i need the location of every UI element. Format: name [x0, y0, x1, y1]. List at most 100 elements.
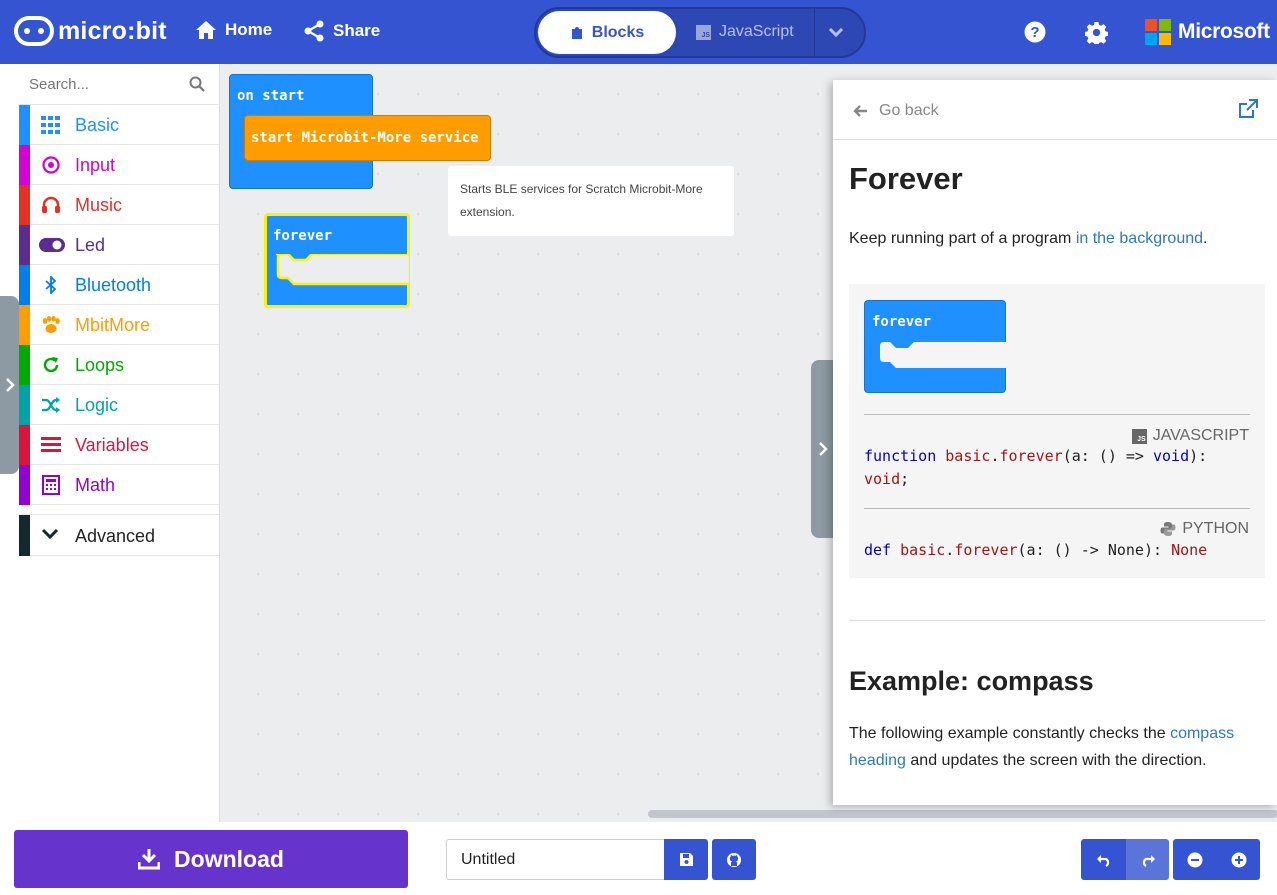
toggle-divider: [814, 9, 815, 56]
toolbox-search: [19, 64, 219, 105]
help-panel-header: Go back: [833, 80, 1277, 140]
language-dropdown[interactable]: [828, 25, 844, 43]
category-bluetooth[interactable]: Bluetooth: [19, 265, 219, 305]
arrow-left-icon: [853, 105, 867, 117]
help-panel: Go back Forever Keep running part of a p…: [833, 80, 1277, 805]
help-intro: Keep running part of a program in the ba…: [849, 230, 1208, 247]
project-name-input[interactable]: [446, 839, 664, 880]
toggle-icon: [39, 235, 65, 255]
python-signature: def basic.forever(a: () -> None): None: [864, 541, 1208, 559]
headphones-icon: [41, 195, 61, 215]
category-label: Basic: [75, 115, 120, 135]
category-logic[interactable]: Logic: [19, 385, 219, 425]
home-button[interactable]: Home: [195, 20, 272, 40]
calculator-icon: [41, 475, 61, 495]
category-advanced[interactable]: Advanced: [19, 514, 219, 556]
list-icon: [41, 435, 61, 455]
search-input[interactable]: [29, 72, 179, 96]
home-icon: [196, 21, 216, 39]
chevron-down-icon: [41, 528, 59, 540]
microbit-logo[interactable]: micro:bit: [14, 16, 167, 46]
javascript-tab[interactable]: JS JavaScript: [696, 23, 794, 41]
section-divider: [849, 620, 1265, 621]
search-icon[interactable]: [189, 76, 205, 92]
javascript-label: JavaScript: [719, 23, 794, 40]
category-label: Bluetooth: [75, 275, 152, 295]
help-icon: ?: [1024, 21, 1046, 43]
zoom-in-button[interactable]: [1217, 839, 1260, 880]
forever-block[interactable]: forever: [264, 213, 410, 308]
help-title: Forever: [849, 161, 963, 196]
puzzle-icon: [571, 27, 582, 39]
left-collapse-handle[interactable]: [0, 296, 19, 474]
microbit-logo-icon: [14, 16, 54, 46]
forever-label: forever: [273, 228, 333, 244]
redo-icon: [1142, 854, 1155, 867]
category-label: Variables: [75, 435, 149, 455]
horizontal-scrollbar[interactable]: [648, 810, 1277, 818]
editor-toolbar: Download: [0, 822, 1277, 895]
forever-block-preview: forever: [864, 300, 1007, 393]
category-math[interactable]: Math: [19, 465, 219, 505]
statement-slot: [878, 342, 1007, 368]
on-start-label: on start: [237, 88, 305, 104]
download-icon: [138, 849, 161, 870]
logo-text: micro:bit: [58, 16, 167, 45]
toolbox: Basic Input Music Led: [19, 64, 220, 822]
microsoft-logo[interactable]: Microsoft: [1145, 19, 1270, 45]
download-label: Download: [174, 845, 284, 872]
category-label: Input: [75, 155, 116, 175]
zoom-out-button[interactable]: [1173, 839, 1217, 880]
chevron-right-icon: [5, 378, 15, 392]
gear-icon: [1084, 21, 1109, 46]
settings-button[interactable]: [1084, 21, 1109, 49]
target-icon: [41, 155, 61, 175]
category-label: Loops: [75, 355, 125, 375]
microsoft-label: Microsoft: [1178, 20, 1270, 43]
home-label: Home: [225, 20, 273, 39]
block-comment[interactable]: Starts BLE services for Scratch Microbit…: [448, 166, 734, 236]
go-back-link[interactable]: Go back: [853, 102, 939, 120]
download-button[interactable]: Download: [14, 830, 408, 888]
python-icon: [1160, 522, 1176, 536]
top-menu-bar: micro:bit Home Share Blocks JS JavaScrip…: [0, 0, 1277, 64]
background-link[interactable]: in the background: [1076, 230, 1203, 247]
bluetooth-icon: [41, 275, 61, 295]
advanced-label: Advanced: [75, 526, 156, 546]
undo-button[interactable]: [1081, 839, 1126, 880]
category-loops[interactable]: Loops: [19, 345, 219, 385]
js-icon: JS: [696, 24, 711, 40]
github-button[interactable]: [712, 839, 756, 880]
zoom-out-icon: [1187, 852, 1203, 867]
category-basic[interactable]: Basic: [19, 105, 219, 145]
right-collapse-handle[interactable]: [811, 360, 835, 538]
example-title: Example: compass: [849, 666, 1094, 696]
category-label: MbitMore: [75, 315, 151, 335]
blocks-tab[interactable]: Blocks: [538, 11, 676, 54]
makecode-editor: micro:bit Home Share Blocks JS JavaScrip…: [0, 0, 1277, 895]
save-icon: [679, 853, 693, 866]
external-link-icon[interactable]: [1237, 98, 1259, 120]
forever-preview-label: forever: [872, 314, 932, 330]
shuffle-icon: [41, 395, 61, 415]
python-lang-label: PYTHON: [1160, 520, 1249, 538]
share-button[interactable]: Share: [303, 20, 380, 42]
category-label: Led: [75, 235, 106, 255]
redo-button[interactable]: [1126, 839, 1169, 880]
refresh-icon: [41, 355, 61, 375]
example-text: The following example constantly checks …: [849, 725, 1235, 769]
svg-text:?: ?: [1030, 24, 1039, 41]
category-variables[interactable]: Variables: [19, 425, 219, 465]
category-music[interactable]: Music: [19, 185, 219, 225]
statement-slot: [276, 254, 410, 286]
help-button[interactable]: ?: [1024, 21, 1046, 48]
blocks-label: Blocks: [591, 23, 645, 41]
category-input[interactable]: Input: [19, 145, 219, 185]
save-button[interactable]: [664, 839, 708, 880]
share-label: Share: [333, 21, 381, 40]
mbitmore-start-block[interactable]: start Microbit-More service: [244, 115, 491, 161]
category-label: Music: [75, 195, 123, 215]
share-icon: [304, 20, 324, 42]
category-mbitmore[interactable]: MbitMore: [19, 305, 219, 345]
category-led[interactable]: Led: [19, 225, 219, 265]
